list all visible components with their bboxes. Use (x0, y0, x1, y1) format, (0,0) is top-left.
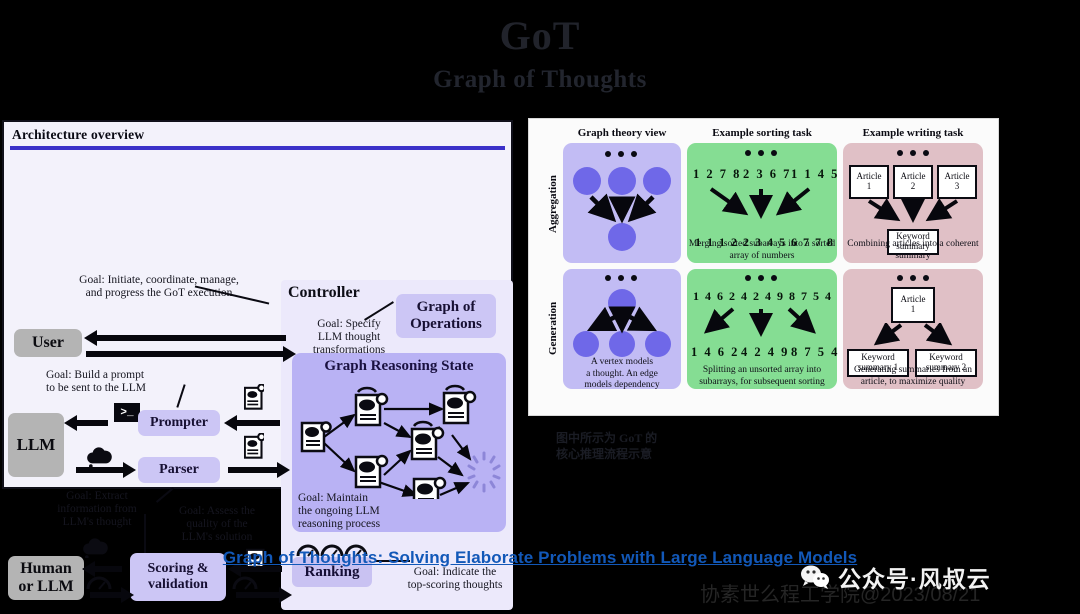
watermark-text: 公众号·风叔云 (838, 566, 991, 592)
watermark: 公众号·风叔云 (800, 560, 991, 594)
caption-aggregation-sorting: Merging sorted subarrays into a sorted a… (688, 239, 836, 261)
article-2: Article 2 (893, 165, 933, 199)
page-title: GoT (499, 13, 581, 58)
cell-generation-graph: A vertex models a thought. An edge model… (563, 269, 681, 391)
task-examples-panel: Graph theory view Example sorting task E… (528, 118, 999, 416)
gauge-icon-right (232, 576, 258, 590)
sorting-merge-arrows (709, 187, 811, 219)
article-1: Article 1 (849, 165, 889, 199)
caption-generation-writing: Generating summaries from an article, to… (854, 365, 972, 387)
prompter-box[interactable]: Prompter (138, 410, 220, 436)
thought-graph-svg (300, 384, 501, 499)
sorting-input-3: 1 1 4 5 (791, 167, 840, 181)
controller-label: Controller (288, 284, 360, 301)
arrow-human-to-scoring (90, 587, 134, 603)
document-icon-2 (244, 433, 264, 459)
generation-sorting-output-1: 1 4 6 2 (691, 345, 740, 359)
generation-sorting-output-2: 4 2 4 9 (741, 345, 790, 359)
goal-parser: Goal: Extract information from LLM's tho… (57, 490, 137, 529)
row-label-aggregation: Aggregation (547, 175, 559, 233)
column-header-writing: Example writing task (862, 127, 964, 139)
slide-root: GoT Graph of Thoughts Architecture overv… (0, 0, 1080, 614)
column-header-sorting: Example sorting task (712, 127, 812, 139)
article-3: Article 3 (937, 165, 977, 199)
gauge-icon-left (86, 576, 112, 590)
sorting-split-arrows (703, 307, 816, 337)
arrow-controller-to-prompter (224, 415, 280, 431)
page-subtitle: Graph of Thoughts (433, 66, 647, 93)
sorting-input-1: 1 2 7 8 (693, 167, 742, 181)
ellipsis-dots (745, 275, 777, 281)
ellipsis-dots (745, 150, 777, 156)
writing-merge-arrows (867, 199, 959, 223)
title-block: GoT Graph of Thoughts (0, 14, 1080, 94)
caption-generation-graph: A vertex models a thought. An edge model… (584, 357, 660, 391)
arrow-parser-to-controller (228, 462, 290, 478)
goal-prompter: Goal: Build a prompt to be sent to the L… (46, 369, 146, 395)
generation-sorting-output-3: 8 7 5 4 (791, 345, 840, 359)
aggregation-edges (587, 193, 657, 224)
thought-cloud-icon (87, 447, 112, 467)
graph-of-operations-box[interactable]: Graph of Operations (396, 294, 496, 338)
arrow-scoring-to-controller (236, 587, 292, 603)
goal-scoring: Goal: Assess the quality of the LLM's so… (178, 505, 256, 544)
cell-aggregation-graph (563, 143, 681, 263)
ellipsis-dots (897, 275, 929, 281)
architecture-header: Architecture overview (12, 127, 145, 142)
arrow-prompter-to-llm (64, 415, 108, 431)
column-header-graph-theory: Graph theory view (577, 127, 667, 139)
writing-split-arrows (873, 323, 953, 346)
document-icon-1 (244, 384, 264, 410)
graph-reasoning-state-title: Graph Reasoning State (324, 358, 474, 374)
goal-controller: Goal: Specify LLM thought transformation… (312, 318, 386, 357)
header-rule (10, 146, 505, 150)
user-box[interactable]: User (14, 329, 82, 357)
arrow-llm-to-parser (76, 462, 136, 478)
caption-generation-sorting: Splitting an unsorted array into subarra… (699, 365, 825, 387)
goal-ranking: Goal: Indicate the top-scoring thoughts (407, 566, 503, 592)
row-label-generation: Generation (547, 301, 559, 355)
generation-article-1: Article 1 (891, 287, 935, 323)
wechat-logo-icon (801, 565, 829, 589)
dark-note: 图中所示为 GoT 的 核心推理流程示意 (556, 431, 658, 462)
sorting-input-2: 2 3 6 7 (743, 167, 792, 181)
terminal-icon: >_ (114, 403, 140, 422)
ellipsis-dots (897, 150, 929, 156)
caption-aggregation-writing: Combining articles into a coherent summa… (847, 239, 979, 261)
generation-sorting-input: 1 4 6 2 4 2 4 9 8 7 5 4 (693, 289, 833, 303)
llm-box[interactable]: LLM (8, 413, 64, 477)
arrow-controller-to-user (84, 330, 286, 346)
architecture-overview-panel: Architecture overview Controller Graph o… (2, 120, 513, 610)
arrow-user-to-controller (86, 346, 296, 362)
parser-box[interactable]: Parser (138, 457, 220, 483)
goal-graph-reasoning-state: Goal: Maintain the ongoing LLM reasoning… (298, 492, 381, 531)
